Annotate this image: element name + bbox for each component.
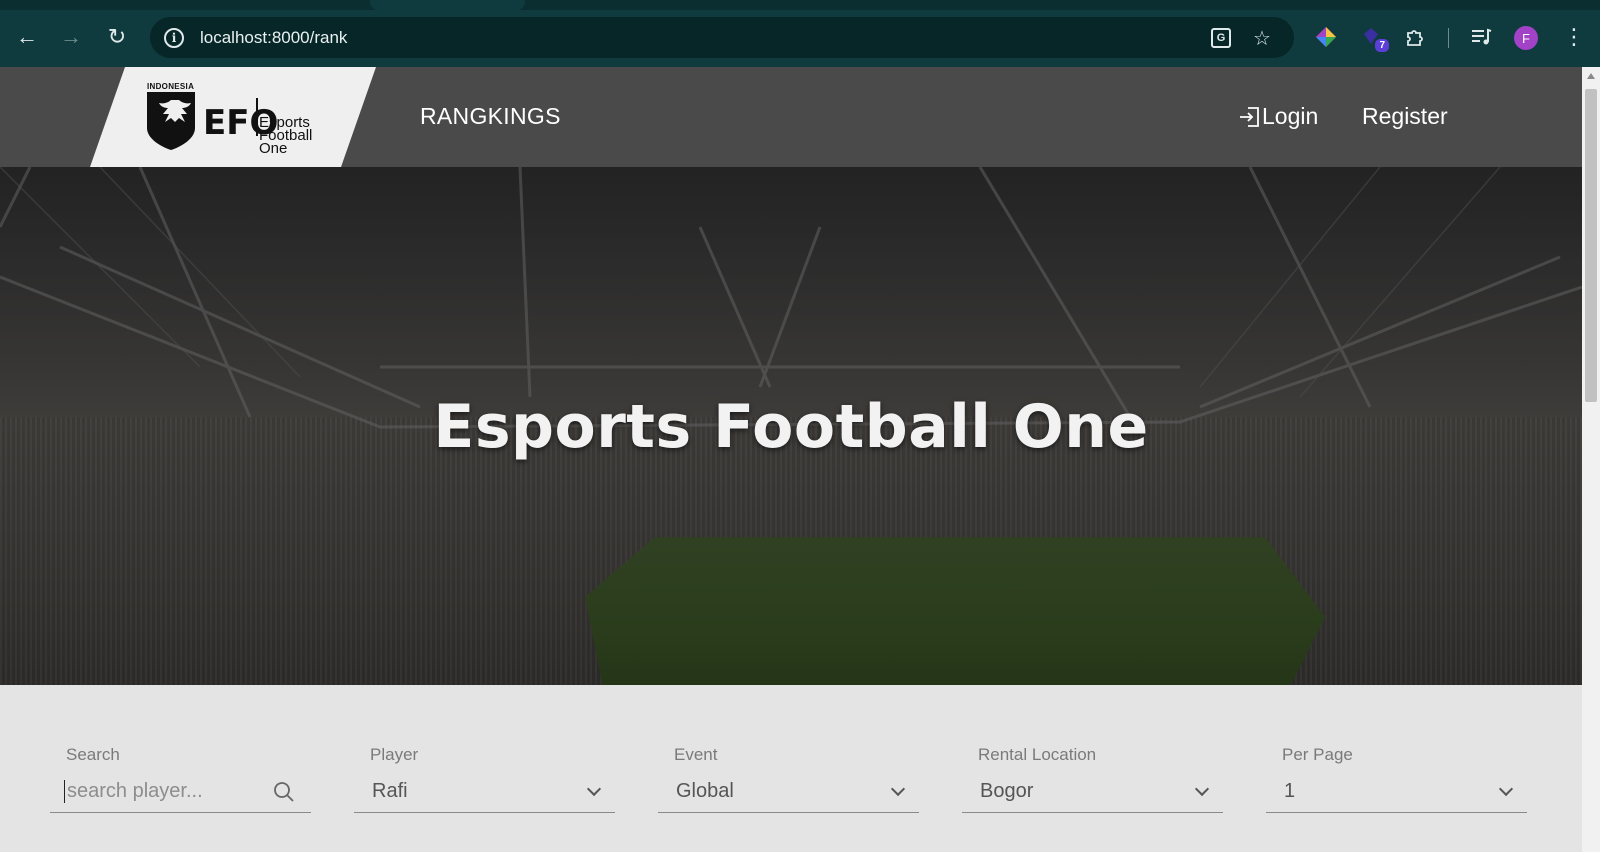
address-bar[interactable]: i localhost:8000/rank G ☆	[150, 17, 1294, 58]
hero-banner: Esports Football One	[0, 167, 1582, 685]
player-select-value: Rafi	[372, 780, 408, 802]
event-select-value: Global	[676, 780, 734, 802]
hero-title: Esports Football One	[433, 392, 1149, 462]
chevron-down-icon	[586, 781, 602, 796]
nav-login-link[interactable]: Login	[1238, 103, 1318, 130]
search-field-container	[50, 771, 311, 813]
page-viewport: EFO INDONESIA Esports Football One RANGK…	[0, 67, 1582, 852]
logo-wordmark: Esports Football One	[259, 114, 313, 157]
colorful-extension-icon[interactable]	[1311, 22, 1341, 52]
extension-badge: 7	[1375, 39, 1389, 52]
profile-avatar[interactable]: F	[1514, 26, 1538, 50]
login-icon	[1240, 106, 1259, 127]
rental-location-select-value: Bogor	[980, 780, 1034, 802]
event-select[interactable]: Global	[658, 771, 919, 813]
filter-bar: Search Player Rafi Event Global	[0, 685, 1582, 852]
player-label: Player	[370, 745, 419, 764]
diamond-extension-icon[interactable]: 7	[1356, 22, 1389, 52]
login-label: Login	[1262, 103, 1319, 129]
active-tab[interactable]	[370, 0, 525, 10]
search-label: Search	[66, 745, 120, 764]
rental-location-select[interactable]: Bogor	[962, 771, 1223, 813]
site-header: EFO INDONESIA Esports Football One RANGK…	[0, 67, 1582, 167]
url-text[interactable]: localhost:8000/rank	[200, 28, 347, 48]
per-page-label: Per Page	[1282, 745, 1353, 764]
browser-toolbar: ← → ↻ i localhost:8000/rank G ☆ 7 F ⋮	[0, 0, 1600, 67]
event-label: Event	[674, 745, 718, 764]
chevron-down-icon	[1498, 781, 1514, 796]
page-scrollbar[interactable]	[1582, 67, 1600, 852]
logo-country: INDONESIA	[147, 82, 195, 91]
per-page-select[interactable]: 1	[1266, 771, 1527, 813]
translate-icon[interactable]: G	[1208, 25, 1234, 51]
search-icon[interactable]	[273, 781, 295, 803]
star-icon[interactable]: ☆	[1249, 25, 1275, 51]
scrollbar-thumb[interactable]	[1585, 89, 1597, 402]
per-page-select-value: 1	[1284, 780, 1296, 802]
efo-logo[interactable]: EFO INDONESIA Esports Football One	[147, 82, 347, 157]
media-icon[interactable]	[1466, 22, 1496, 52]
scroll-up-icon[interactable]	[1587, 73, 1595, 79]
toolbar-separator	[1448, 28, 1449, 48]
chevron-down-icon	[1194, 781, 1210, 796]
info-icon[interactable]: i	[164, 27, 184, 48]
player-select[interactable]: Rafi	[354, 771, 615, 813]
forward-icon[interactable]: →	[54, 20, 88, 54]
reload-icon[interactable]: ↻	[100, 20, 134, 54]
tab-strip	[0, 0, 1600, 10]
search-input[interactable]	[64, 780, 264, 803]
chevron-down-icon	[890, 781, 906, 796]
nav-rankings-link[interactable]: RANGKINGS	[420, 103, 561, 130]
menu-icon[interactable]: ⋮	[1559, 22, 1589, 52]
puzzle-icon[interactable]	[1400, 22, 1430, 52]
nav-register-link[interactable]: Register	[1362, 103, 1448, 130]
back-icon[interactable]: ←	[10, 20, 44, 54]
rental-location-label: Rental Location	[978, 745, 1097, 764]
